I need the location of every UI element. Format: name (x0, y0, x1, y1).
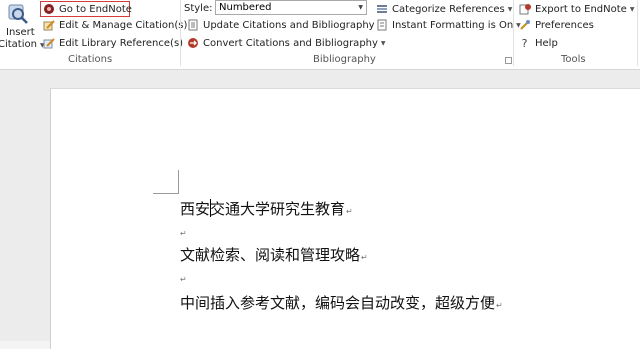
margin-corner-mark (153, 193, 179, 194)
document-line-3[interactable]: 中间插入参考文献，编码会自动改变，超级方便↵ (180, 294, 503, 315)
citations-group-label: Citations (68, 54, 113, 65)
update-citations-label: Update Citations and Bibliography (203, 19, 375, 31)
insert-citation-label-line2: Citation ▼ (0, 39, 45, 50)
instant-formatting-icon (375, 19, 388, 32)
chevron-down-icon: ▼ (629, 5, 635, 13)
chevron-down-icon: ▼ (358, 4, 363, 11)
instant-formatting-button[interactable]: Instant Formatting is On ▼ (375, 17, 521, 33)
style-select[interactable]: Numbered ▼ (215, 0, 367, 15)
help-button[interactable]: ? Help (518, 35, 558, 51)
endnote-ribbon: Insert Citation ▼ Go to EndNote Edit & Ma… (0, 0, 640, 70)
convert-citations-label: Convert Citations and Bibliography (203, 37, 378, 49)
insert-citation-icon (7, 3, 29, 25)
edit-pencil-icon (42, 19, 55, 32)
go-to-endnote-label: Go to EndNote (59, 3, 132, 15)
style-select-value: Numbered (219, 2, 272, 13)
paragraph-mark: ↵ (346, 207, 353, 216)
paragraph-mark: ↵ (180, 275, 187, 284)
paragraph-mark: ↵ (180, 229, 187, 238)
document-line-2[interactable]: 文献检索、阅读和管理攻略↵ (180, 246, 368, 267)
document-line-1[interactable]: 西安交通大学研究生教育↵ (180, 200, 353, 221)
export-to-endnote-button[interactable]: Export to EndNote ▼ (518, 1, 634, 17)
insert-citation-button[interactable]: Insert Citation ▼ (0, 0, 45, 52)
tools-group-label: Tools (561, 54, 586, 65)
margin-corner-mark (178, 170, 179, 193)
chevron-down-icon: ▼ (507, 5, 513, 13)
chevron-down-icon: ▼ (380, 39, 386, 47)
preferences-button[interactable]: Preferences (518, 17, 594, 33)
export-icon (518, 3, 531, 16)
help-label: Help (535, 37, 558, 49)
help-icon: ? (521, 36, 528, 50)
group-divider (180, 0, 181, 66)
text-cursor (210, 199, 211, 217)
export-to-endnote-label: Export to EndNote (535, 3, 627, 15)
categorize-references-button[interactable]: Categorize References ▼ (375, 1, 512, 17)
group-divider (513, 0, 514, 66)
bibliography-group-label: Bibliography (313, 54, 376, 65)
instant-formatting-label: Instant Formatting is On (392, 19, 514, 31)
go-to-endnote-button[interactable]: Go to EndNote (42, 1, 132, 17)
insert-citation-label-line1: Insert (6, 27, 35, 38)
paragraph-mark: ↵ (361, 253, 368, 262)
update-document-icon (186, 19, 199, 32)
edit-library-references-label: Edit Library Reference(s) (59, 37, 184, 49)
document-line-1-text: 西安交通大学研究生教育 (180, 200, 346, 218)
convert-icon (186, 37, 199, 50)
document-line-3-text: 中间插入参考文献，编码会自动改变，超级方便 (180, 294, 496, 312)
preferences-label: Preferences (535, 19, 594, 31)
bibliography-dialog-launcher[interactable] (505, 57, 512, 64)
document-line-2-text: 文献检索、阅读和管理攻略 (180, 246, 361, 264)
preferences-icon (518, 19, 531, 32)
edit-manage-citations-label: Edit & Manage Citation(s) (59, 19, 188, 31)
endnote-icon (42, 3, 55, 16)
style-label: Style: (184, 2, 213, 14)
group-divider (637, 0, 638, 66)
categorize-references-label: Categorize References (392, 3, 505, 15)
convert-citations-button[interactable]: Convert Citations and Bibliography ▼ (186, 35, 386, 51)
categorize-icon (375, 3, 388, 16)
edit-library-references-button[interactable]: Edit Library Reference(s) (42, 35, 183, 51)
paragraph-mark: ↵ (496, 301, 503, 310)
edit-library-icon (42, 37, 55, 50)
edit-manage-citations-button[interactable]: Edit & Manage Citation(s) (42, 17, 187, 33)
update-citations-button[interactable]: Update Citations and Bibliography (186, 17, 375, 33)
